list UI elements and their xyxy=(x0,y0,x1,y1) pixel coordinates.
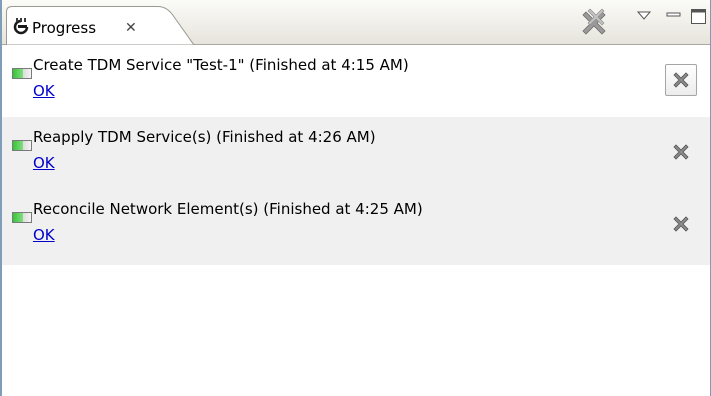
close-x-icon[interactable]: ✕ xyxy=(125,21,137,35)
job-status-link[interactable]: OK xyxy=(33,226,55,244)
job-status-link[interactable]: OK xyxy=(33,82,55,100)
job-title: Reconcile Network Element(s) (Finished a… xyxy=(33,200,423,218)
progress-view: Progress ✕ Create TDM Service "Test-1" (… xyxy=(0,0,711,396)
job-row[interactable]: Reconcile Network Element(s) (Finished a… xyxy=(2,189,710,265)
maximize-icon[interactable] xyxy=(690,8,708,26)
remove-button[interactable] xyxy=(665,64,697,96)
job-title: Create TDM Service "Test-1" (Finished at… xyxy=(33,56,409,74)
tab-progress-label: Progress xyxy=(32,19,97,37)
remove-all-finished-icon[interactable] xyxy=(580,8,608,36)
job-status-link[interactable]: OK xyxy=(33,154,55,172)
job-row[interactable]: Reapply TDM Service(s) (Finished at 4:26… xyxy=(2,117,710,189)
progress-bar-icon xyxy=(12,140,32,151)
remove-button[interactable] xyxy=(665,208,697,240)
view-menu-chevron-icon[interactable] xyxy=(636,10,652,22)
progress-bar-icon xyxy=(12,68,32,79)
tab-progress[interactable]: Progress ✕ xyxy=(6,6,196,45)
minimize-icon[interactable] xyxy=(666,10,682,22)
remove-button[interactable] xyxy=(665,136,697,168)
remove-icon xyxy=(673,144,689,160)
view-tab-bar: Progress ✕ xyxy=(2,0,710,45)
remove-icon xyxy=(673,216,689,232)
job-title: Reapply TDM Service(s) (Finished at 4:26… xyxy=(33,128,376,146)
progress-bar-icon xyxy=(12,212,32,223)
remove-icon xyxy=(673,72,689,88)
job-row[interactable]: Create TDM Service "Test-1" (Finished at… xyxy=(2,45,710,117)
progress-view-icon xyxy=(13,18,29,35)
